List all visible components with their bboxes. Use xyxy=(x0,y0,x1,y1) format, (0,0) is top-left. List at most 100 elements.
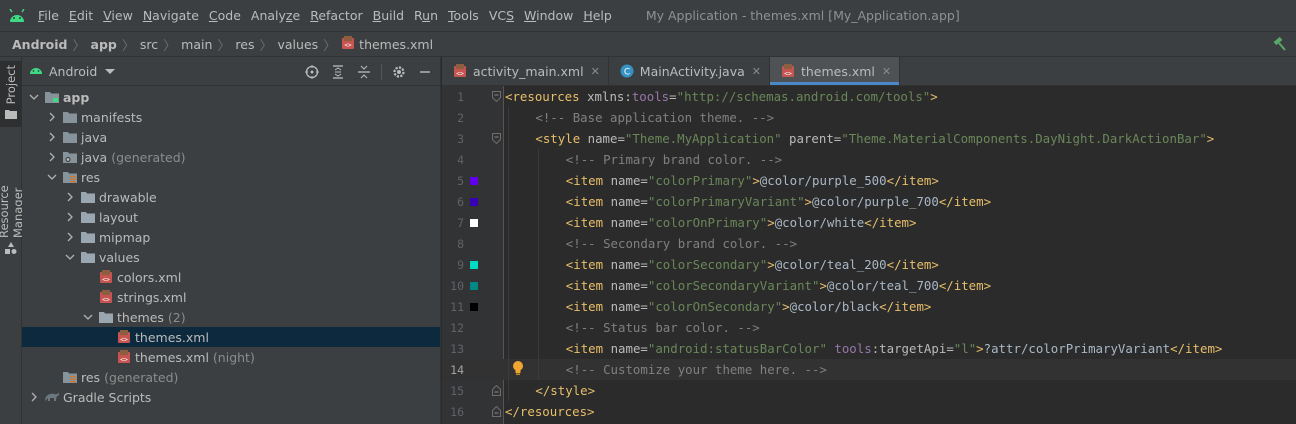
tree-item-label: mipmap xyxy=(99,229,151,245)
code-line[interactable]: 10 <item name="colorSecondaryVariant">@co… xyxy=(442,275,1296,296)
code-line[interactable]: 13 <item name="android:statusBarColor" to… xyxy=(442,338,1296,359)
minimize-icon[interactable] xyxy=(416,63,434,81)
fold-open-icon[interactable] xyxy=(492,133,501,145)
code-line[interactable]: 2 <!-- Base application theme. --> xyxy=(442,107,1296,128)
menu-vcs[interactable]: VCS xyxy=(485,0,518,31)
tab-themes-xml[interactable]: <> themes.xml ✕ xyxy=(769,57,901,85)
tab-activity-main-xml[interactable]: <> activity_main.xml ✕ xyxy=(442,57,609,85)
color-swatch[interactable] xyxy=(470,302,478,311)
code-line[interactable]: 15 </style> xyxy=(442,380,1296,401)
breadcrumb-item-src[interactable]: src xyxy=(140,37,158,52)
tree-item[interactable]: values xyxy=(22,247,440,267)
tree-item[interactable]: layout xyxy=(22,207,440,227)
color-swatch[interactable] xyxy=(470,176,478,185)
collapse-all-icon[interactable] xyxy=(355,63,373,81)
fold-close-icon[interactable] xyxy=(492,384,501,396)
menu-build[interactable]: Build xyxy=(369,0,408,31)
chevron-down-icon[interactable] xyxy=(82,311,94,323)
tree-item[interactable]: themes (2) xyxy=(22,307,440,327)
code-line[interactable]: 9 <item name="colorSecondary">@color/teal… xyxy=(442,254,1296,275)
chevron-right-icon[interactable] xyxy=(28,391,40,403)
tree-item[interactable]: res xyxy=(22,167,440,187)
gear-icon[interactable] xyxy=(390,63,408,81)
chevron-right-icon[interactable] xyxy=(64,191,76,203)
tree-item[interactable]: app xyxy=(22,87,440,107)
chevron-down-icon[interactable] xyxy=(28,91,40,103)
lightbulb-icon[interactable] xyxy=(512,360,524,379)
fold-close-icon[interactable] xyxy=(492,405,501,417)
locate-target-icon[interactable] xyxy=(303,63,321,81)
menu-tools[interactable]: Tools xyxy=(444,0,483,31)
code-line[interactable]: 5 <item name="colorPrimary">@color/purple… xyxy=(442,170,1296,191)
breadcrumb-item-res[interactable]: res xyxy=(235,37,254,52)
tree-item[interactable]: <> colors.xml xyxy=(22,267,440,287)
code-line[interactable]: 16 </resources> xyxy=(442,401,1296,422)
tree-item[interactable]: manifests xyxy=(22,107,440,127)
chevron-down-icon[interactable] xyxy=(64,251,76,263)
code-line[interactable]: 7 <item name="colorOnPrimary">@color/whit… xyxy=(442,212,1296,233)
tree-item[interactable]: res (generated) xyxy=(22,367,440,387)
chevron-down-icon[interactable] xyxy=(46,171,58,183)
tree-item[interactable]: java xyxy=(22,127,440,147)
close-icon[interactable]: ✕ xyxy=(882,65,891,78)
code-line[interactable]: 8 <!-- Secondary brand color. --> xyxy=(442,233,1296,254)
line-number: 5 xyxy=(457,173,464,188)
menu-navigate[interactable]: Navigate xyxy=(139,0,203,31)
close-icon[interactable]: ✕ xyxy=(591,65,600,78)
code-line[interactable]: 3 <style name="Theme.MyApplication" paren… xyxy=(442,128,1296,149)
tree-item[interactable]: mipmap xyxy=(22,227,440,247)
menu-file[interactable]: File xyxy=(34,0,63,31)
tab-resource-manager[interactable]: Resource Manager xyxy=(0,137,25,257)
menu-analyze[interactable]: Analyze xyxy=(247,0,304,31)
code-line[interactable]: 14 <!-- Customize your theme here. --> xyxy=(442,359,1296,380)
menu-view[interactable]: View xyxy=(99,0,137,31)
breadcrumb-item-themes-xml[interactable]: themes.xml xyxy=(359,37,433,52)
menu-code[interactable]: Code xyxy=(205,0,245,31)
menu-help[interactable]: Help xyxy=(579,0,616,31)
color-swatch[interactable] xyxy=(470,197,478,206)
color-swatch[interactable] xyxy=(470,260,478,269)
chevron-right-icon[interactable] xyxy=(64,211,76,223)
code-area[interactable]: 1 <resources xmlns:tools="http://schemas.… xyxy=(442,86,1296,424)
tree-item-suffix: (2) xyxy=(167,309,186,325)
tree-item[interactable]: <> themes.xml (night) xyxy=(22,347,440,367)
menu-run[interactable]: Run xyxy=(410,0,442,31)
tree-item[interactable]: java (generated) xyxy=(22,147,440,167)
project-view-selector[interactable]: Android xyxy=(49,64,97,79)
code-token: </item> xyxy=(886,257,939,272)
code-line[interactable]: 12 <!-- Status bar color. --> xyxy=(442,317,1296,338)
tree-item-label: res xyxy=(81,369,101,385)
breadcrumb-item-values[interactable]: values xyxy=(278,37,319,52)
breadcrumb-separator: 〉 xyxy=(259,38,273,54)
menu-window[interactable]: Window xyxy=(520,0,577,31)
tree-item[interactable]: Gradle Scripts xyxy=(22,387,440,407)
code-line[interactable]: 4 <!-- Primary brand color. --> xyxy=(442,149,1296,170)
menu-edit[interactable]: Edit xyxy=(65,0,97,31)
menu-refactor[interactable]: Refactor xyxy=(306,0,366,31)
tree-item[interactable]: <> strings.xml xyxy=(22,287,440,307)
breadcrumb-item-android[interactable]: Android xyxy=(12,37,68,52)
chevron-right-icon[interactable] xyxy=(64,231,76,243)
code-line[interactable]: 11 <item name="colorOnSecondary">@color/b… xyxy=(442,296,1296,317)
breadcrumb-item-app[interactable]: app xyxy=(91,37,117,52)
breadcrumb-item-main[interactable]: main xyxy=(181,37,212,52)
expand-all-icon[interactable] xyxy=(329,63,347,81)
chevron-right-icon[interactable] xyxy=(46,151,58,163)
java-class-icon: C xyxy=(619,63,635,79)
close-icon[interactable]: ✕ xyxy=(752,65,761,78)
tab-mainactivity-java[interactable]: C MainActivity.java ✕ xyxy=(609,57,770,85)
tab-project[interactable]: Project xyxy=(0,61,22,127)
chevron-right-icon[interactable] xyxy=(46,131,58,143)
build-hammer-icon[interactable] xyxy=(1272,36,1288,55)
code-line[interactable]: 1 <resources xmlns:tools="http://schemas.… xyxy=(442,86,1296,107)
code-text: <!-- Base application theme. --> xyxy=(535,110,774,125)
color-swatch[interactable] xyxy=(470,281,478,290)
chevron-right-icon[interactable] xyxy=(46,111,58,123)
tree-item[interactable]: drawable xyxy=(22,187,440,207)
tree-item[interactable]: <> themes.xml xyxy=(22,327,440,347)
code-line[interactable]: 6 <item name="colorPrimaryVariant">@color… xyxy=(442,191,1296,212)
line-number: 3 xyxy=(457,131,464,146)
fold-open-icon[interactable] xyxy=(492,91,501,103)
chevron-down-icon[interactable] xyxy=(105,68,116,74)
color-swatch[interactable] xyxy=(470,218,478,227)
